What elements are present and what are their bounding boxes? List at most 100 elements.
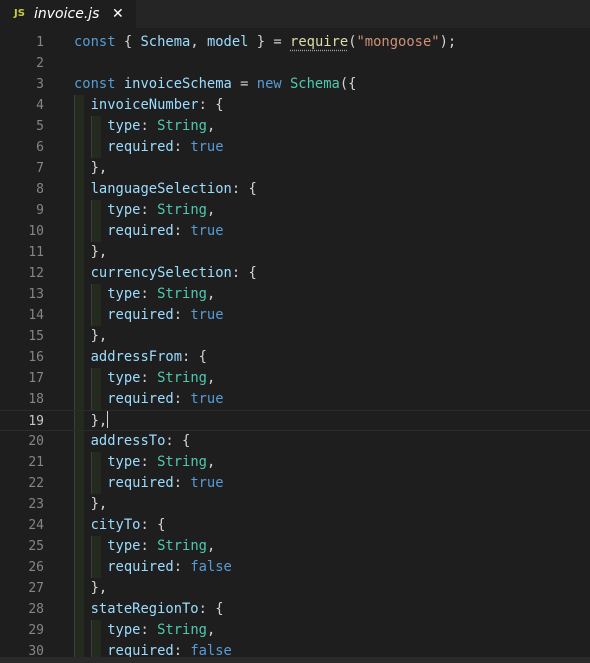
line-number: 19 [28, 414, 44, 429]
code-token: true [190, 139, 224, 155]
code-token: : [173, 139, 191, 155]
code-line[interactable]: 27 }, [0, 578, 590, 599]
code-line[interactable]: 16 addressFrom: { [0, 347, 590, 368]
code-token: const [74, 76, 116, 92]
line-number: 28 [28, 602, 44, 617]
code-line[interactable]: 5 type: String, [0, 116, 590, 137]
code-text: invoiceNumber: { [74, 95, 224, 116]
code-line[interactable]: 22 required: true [0, 473, 590, 494]
code-line[interactable]: 13 type: String, [0, 284, 590, 305]
code-token: required [107, 307, 174, 323]
code-token: , [206, 286, 216, 302]
line-number: 27 [28, 581, 44, 596]
code-token: : { [165, 433, 191, 449]
code-token: String [157, 370, 207, 386]
code-token: : { [140, 517, 166, 533]
code-line[interactable]: 26 required: false [0, 557, 590, 578]
code-token: required [107, 223, 174, 239]
line-number: 13 [28, 287, 44, 302]
code-token: : [140, 454, 158, 470]
line-number: 18 [28, 392, 44, 407]
code-line[interactable]: 17 type: String, [0, 368, 590, 389]
code-token: : { [231, 265, 257, 281]
code-line[interactable]: 3 const invoiceSchema = new Schema({ [0, 74, 590, 95]
code-line[interactable]: 10 required: true [0, 221, 590, 242]
close-icon[interactable]: ✕ [112, 4, 124, 24]
code-line[interactable]: 7 }, [0, 158, 590, 179]
code-line[interactable]: 6 required: true [0, 137, 590, 158]
code-text: required: true [74, 221, 223, 242]
code-token: String [157, 454, 207, 470]
code-token: , [206, 370, 216, 386]
code-text: type: String, [74, 368, 215, 389]
code-line[interactable]: 1 const { Schema, model } = require("mong… [0, 32, 590, 53]
code-line[interactable]: 18 required: true [0, 389, 590, 410]
text-cursor [107, 411, 109, 428]
code-token: require [290, 34, 349, 50]
code-line[interactable]: 24 cityTo: { [0, 515, 590, 536]
javascript-file-icon: JS [14, 8, 25, 19]
code-line[interactable]: 25 type: String, [0, 536, 590, 557]
code-token: : [140, 286, 158, 302]
line-number: 12 [28, 266, 44, 281]
code-text: addressTo: { [74, 431, 191, 452]
code-token: currencySelection [90, 265, 232, 281]
line-number: 8 [36, 182, 44, 197]
code-token: } = [248, 34, 291, 50]
code-token: model [206, 34, 249, 50]
code-token: cityTo [90, 517, 141, 533]
code-line[interactable]: 9 type: String, [0, 200, 590, 221]
line-number: 3 [36, 77, 44, 92]
code-token: : [140, 370, 158, 386]
code-token: }, [74, 244, 108, 260]
code-text: type: String, [74, 116, 215, 137]
code-line[interactable]: 11 }, [0, 242, 590, 263]
line-number: 23 [28, 497, 44, 512]
code-text: stateRegionTo: { [74, 599, 224, 620]
line-number: 11 [28, 245, 44, 260]
code-token: type [107, 370, 141, 386]
code-token: : [140, 538, 158, 554]
line-number: 25 [28, 539, 44, 554]
code-line[interactable]: 8 languageSelection: { [0, 179, 590, 200]
code-text: languageSelection: { [74, 179, 257, 200]
code-line[interactable]: 20 addressTo: { [0, 431, 590, 452]
line-number: 24 [28, 518, 44, 533]
code-line[interactable]: 12 currencySelection: { [0, 263, 590, 284]
line-number: 17 [28, 371, 44, 386]
code-line[interactable]: 23 }, [0, 494, 590, 515]
line-number: 20 [28, 434, 44, 449]
line-number: 21 [28, 455, 44, 470]
line-number: 6 [36, 140, 44, 155]
code-line[interactable]: 29 type: String, [0, 620, 590, 641]
tab-invoice-js[interactable]: JS invoice.js ✕ [0, 0, 136, 28]
code-text: }, [74, 494, 108, 515]
code-token: , [190, 34, 207, 50]
horizontal-scrollbar[interactable] [0, 657, 590, 663]
code-line[interactable]: 19 }, [0, 410, 590, 431]
code-line[interactable]: 28 stateRegionTo: { [0, 599, 590, 620]
code-token: required [107, 559, 174, 575]
code-text: }, [74, 326, 108, 347]
code-token: ( [348, 34, 357, 50]
tab-bar: JS invoice.js ✕ [0, 0, 590, 28]
code-token: : [173, 559, 191, 575]
code-line[interactable]: 15 }, [0, 326, 590, 347]
code-line[interactable]: 21 type: String, [0, 452, 590, 473]
code-token: : { [198, 601, 224, 617]
code-token: , [206, 622, 216, 638]
code-line[interactable]: 2 [0, 53, 590, 74]
code-token: : [173, 223, 191, 239]
code-editor[interactable]: 1 const { Schema, model } = require("mong… [0, 32, 590, 663]
code-line[interactable]: 14 required: true [0, 305, 590, 326]
code-line[interactable]: 4 invoiceNumber: { [0, 95, 590, 116]
